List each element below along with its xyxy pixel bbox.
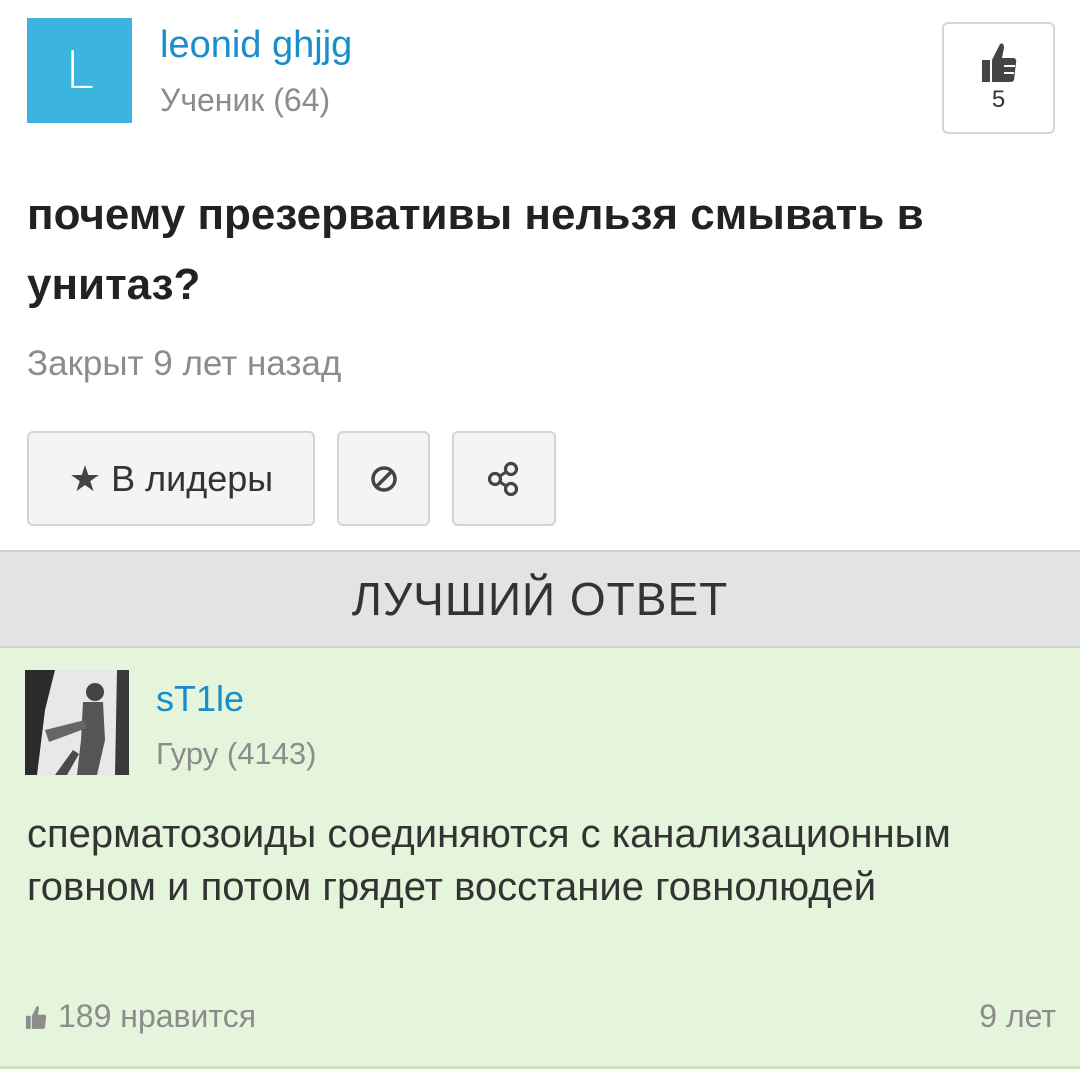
report-button[interactable]: [337, 431, 430, 526]
answerer-rank: Гуру (4143): [156, 736, 317, 771]
share-button[interactable]: [452, 431, 556, 526]
question-title: почему презервативы нельзя смывать в уни…: [27, 190, 924, 309]
answer-text: сперматозоиды соединяются с канализацион…: [27, 812, 951, 909]
to-leaders-button[interactable]: ★ В лидеры: [27, 431, 315, 526]
block-icon: [370, 465, 397, 492]
share-icon: [487, 461, 519, 496]
answer-like-button[interactable]: 189 нравится: [24, 998, 256, 1035]
to-leaders-label: В лидеры: [111, 457, 274, 499]
answerer-avatar[interactable]: [25, 670, 129, 775]
best-answer-card: sT1le Гуру (4143) сперматозоиды соединяю…: [0, 648, 1080, 1069]
answer-age: 9 лет: [979, 998, 1056, 1034]
answerer-name-link[interactable]: sT1le: [156, 678, 244, 720]
author-name-link[interactable]: leonid ghjjg: [160, 24, 352, 67]
question-like-count: 5: [991, 86, 1006, 113]
author-rank: Ученик (64): [160, 82, 331, 118]
author-avatar[interactable]: L: [27, 18, 132, 123]
thumbs-up-icon: [25, 1005, 47, 1029]
star-icon: ★: [68, 457, 102, 499]
answer-like-count: 189 нравится: [58, 998, 257, 1034]
best-answer-header: ЛУЧШИЙ ОТВЕТ: [0, 550, 1080, 648]
question-status: Закрыт 9 лет назад: [27, 344, 342, 383]
question-like-button[interactable]: 5: [942, 22, 1055, 134]
thumbs-up-icon: [981, 43, 1016, 82]
